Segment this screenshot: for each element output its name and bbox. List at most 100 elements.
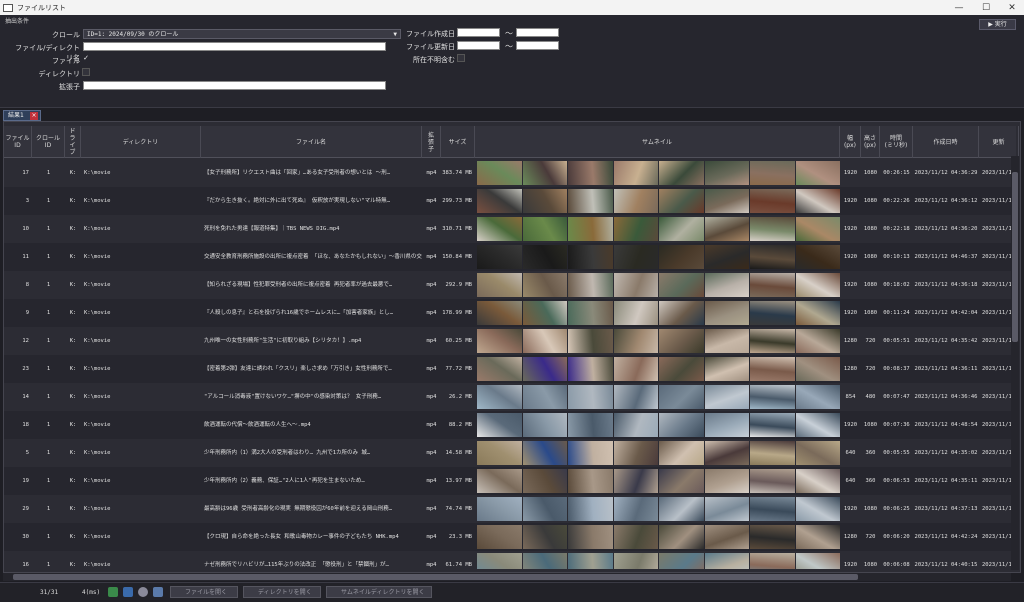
cell-duration: 00:05:51 (883, 338, 910, 344)
column-header-thumbnail[interactable]: サムネイル (475, 126, 840, 158)
cell-duration: 00:18:02 (883, 282, 910, 288)
file-checkbox[interactable]: ✓ (82, 55, 90, 63)
column-header-duration[interactable]: 時間 (ミリ秒) (880, 126, 913, 158)
video-thumbnail (477, 161, 522, 185)
column-header-directory[interactable]: ディレクトリ (81, 126, 201, 158)
cell-width: 1280 (843, 534, 858, 540)
table-row[interactable]: 8 1 K: K:\movie 【知られざる現場】性犯罪受刑者の出所に複点密着 再犯者率… (4, 271, 1014, 299)
cell-drive: K: (69, 198, 77, 204)
cell-duration: 00:07:36 (883, 422, 910, 428)
table-row[interactable]: 19 1 K: K:\movie 少年刑務所内（2）義務、保証…"2人に1人"再犯を生ま… (4, 467, 1014, 495)
thumbnail-strip (477, 497, 840, 521)
column-header-width[interactable]: 幅 (px) (840, 126, 861, 158)
table-row[interactable]: 12 1 K: K:\movie 九州唯一の女性刑務所"生活"に初取り組み【シリタカ！】… (4, 327, 1014, 355)
table-row[interactable]: 9 1 K: K:\movie 『人殺しの息子』と石を投げられ16歳でホームレスに…「加… (4, 299, 1014, 327)
cell-updated-at: 2023/11/12 (982, 478, 1014, 484)
cell-directory: K:\movie (84, 366, 111, 372)
column-header-created-at[interactable]: 作成日時 (913, 126, 979, 158)
updated-to-input[interactable] (516, 41, 559, 50)
video-thumbnail (613, 525, 658, 549)
video-thumbnail (477, 329, 522, 353)
column-header-size[interactable]: サイズ (441, 126, 475, 158)
include-unknown-checkbox[interactable] (457, 54, 465, 62)
table-row[interactable]: 5 1 K: K:\movie 少年刑務所内（1）満2大人の受刑者はわり… 九州で1カ所… (4, 439, 1014, 467)
updated-date-label: ファイル更新日 (406, 43, 455, 51)
tab-result-1[interactable]: 結果1 × (3, 110, 41, 121)
execute-button[interactable]: ▶ 実行 (979, 19, 1016, 30)
cell-extension: mp4 (426, 366, 437, 372)
horizontal-scroll-thumb[interactable] (13, 574, 858, 580)
cell-width: 1920 (843, 506, 858, 512)
table-row[interactable]: 14 1 K: K:\movie "アルコール消毒液"置けないワケ…"塀の中"の感染対策… (4, 383, 1014, 411)
video-thumbnail (568, 497, 613, 521)
open-directory-button[interactable]: ディレクトリを開く (243, 586, 321, 598)
created-from-input[interactable] (457, 28, 500, 37)
thumbnail-strip (477, 161, 840, 185)
cell-extension: mp4 (426, 310, 437, 316)
video-thumbnail (795, 301, 840, 325)
table-row[interactable]: 17 1 K: K:\movie 【女子刑務所】リクエスト曲は「回家」…ある女子受刑者の… (4, 159, 1014, 187)
settings-icon[interactable] (138, 587, 148, 597)
refresh-icon[interactable] (123, 587, 133, 597)
table-row[interactable]: 29 1 K: K:\movie 最高齢は96歳 受刑者高齢化の現実 無期懲役囚が60年… (4, 495, 1014, 523)
video-thumbnail (613, 469, 658, 493)
table-row[interactable]: 18 1 K: K:\movie 飲酒運転の代償～飲酒運転の人生へ～.mp4 mp4 88.… (4, 411, 1014, 439)
open-thumbnail-directory-button[interactable]: サムネイルディレクトリを開く (326, 586, 432, 598)
vertical-scroll-thumb[interactable] (1012, 172, 1018, 342)
crawl-select[interactable]: ID=1: 2024/09/30 のクロール ▼ (83, 29, 401, 39)
video-thumbnail (613, 553, 658, 569)
cell-directory: K:\movie (84, 562, 111, 568)
extension-input[interactable] (83, 81, 386, 90)
column-header-crawl-id[interactable]: クロール ID (32, 126, 65, 158)
column-header-file-name[interactable]: ファイル名 (201, 126, 422, 158)
cell-directory: K:\movie (84, 478, 111, 484)
minimize-button[interactable]: — (946, 0, 972, 15)
table-row[interactable]: 16 1 K: K:\movie ナゼ刑務所でリハビリが…115年ぶりの法改正 「懲役刑… (4, 551, 1014, 569)
column-header-updated-at[interactable]: 更新 (979, 126, 1019, 158)
cell-width: 1920 (843, 198, 858, 204)
updated-range-tilde: ～ (505, 42, 513, 51)
table-row[interactable]: 30 1 K: K:\movie 【クロ現】自ら命を絶った長女 和歌山毒物カレー事件の子… (4, 523, 1014, 551)
copy-icon[interactable] (153, 587, 163, 597)
cell-file-name: 交通安全教育刑務所施設の出所に複点密着 「ほな、あなたかもしれない」～香川県の交… (204, 254, 422, 260)
table-row[interactable]: 23 1 K: K:\movie 【密着第2弾】友達に誘われ「クスリ」楽しさ求め「万引き… (4, 355, 1014, 383)
created-to-input[interactable] (516, 28, 559, 37)
video-thumbnail (477, 413, 522, 437)
cell-width: 640 (845, 478, 856, 484)
record-count: 31/31 (40, 589, 59, 596)
close-window-button[interactable]: ✕ (999, 0, 1024, 15)
cell-file-name: 飲酒運転の代償～飲酒運転の人生へ～.mp4 (204, 422, 311, 428)
video-thumbnail (795, 441, 840, 465)
video-thumbnail (750, 161, 795, 185)
close-icon[interactable]: × (30, 112, 38, 120)
video-thumbnail (522, 441, 567, 465)
cell-file-name: 『人殺しの息子』と石を投げられ16歳でホームレスに…「加害者家族」とし… (204, 310, 394, 316)
column-header-drive[interactable]: ド ラ イ ブ (65, 126, 81, 158)
horizontal-scrollbar[interactable] (3, 573, 1011, 581)
column-header-file-id[interactable]: ファイル ID (4, 126, 32, 158)
column-header-extension[interactable]: 拡 張 子 (422, 126, 441, 158)
table-row[interactable]: 10 1 K: K:\movie 死刑を免れた男達【報道特集】｜TBS NEWS DIG… (4, 215, 1014, 243)
video-thumbnail (704, 301, 749, 325)
video-thumbnail (750, 189, 795, 213)
video-thumbnail (659, 525, 704, 549)
export-icon[interactable] (108, 587, 118, 597)
vertical-scrollbar[interactable] (1011, 156, 1019, 570)
video-thumbnail (568, 385, 613, 409)
grid-body: 17 1 K: K:\movie 【女子刑務所】リクエスト曲は「回家」…ある女子受刑者の… (4, 159, 1014, 569)
table-row[interactable]: 11 1 K: K:\movie 交通安全教育刑務所施設の出所に複点密着 「ほな、あなた… (4, 243, 1014, 271)
thumbnail-strip (477, 553, 840, 569)
table-row[interactable]: 3 1 K: K:\movie 『だから生き抜く。絶対に外に出て死ぬ』 仮釈放が実現しな… (4, 187, 1014, 215)
open-file-button[interactable]: ファイルを開く (170, 586, 238, 598)
maximize-button[interactable]: ☐ (973, 0, 999, 15)
cell-drive: K: (69, 450, 77, 456)
column-header-height[interactable]: 高さ (px) (861, 126, 880, 158)
path-input[interactable] (83, 42, 386, 51)
directory-checkbox[interactable] (82, 68, 90, 76)
cell-width: 1920 (843, 282, 858, 288)
updated-from-input[interactable] (457, 41, 500, 50)
cell-duration: 00:06:20 (883, 534, 910, 540)
cell-extension: mp4 (426, 198, 437, 204)
video-thumbnail (795, 413, 840, 437)
cell-size: 26.2 MB (448, 394, 472, 400)
